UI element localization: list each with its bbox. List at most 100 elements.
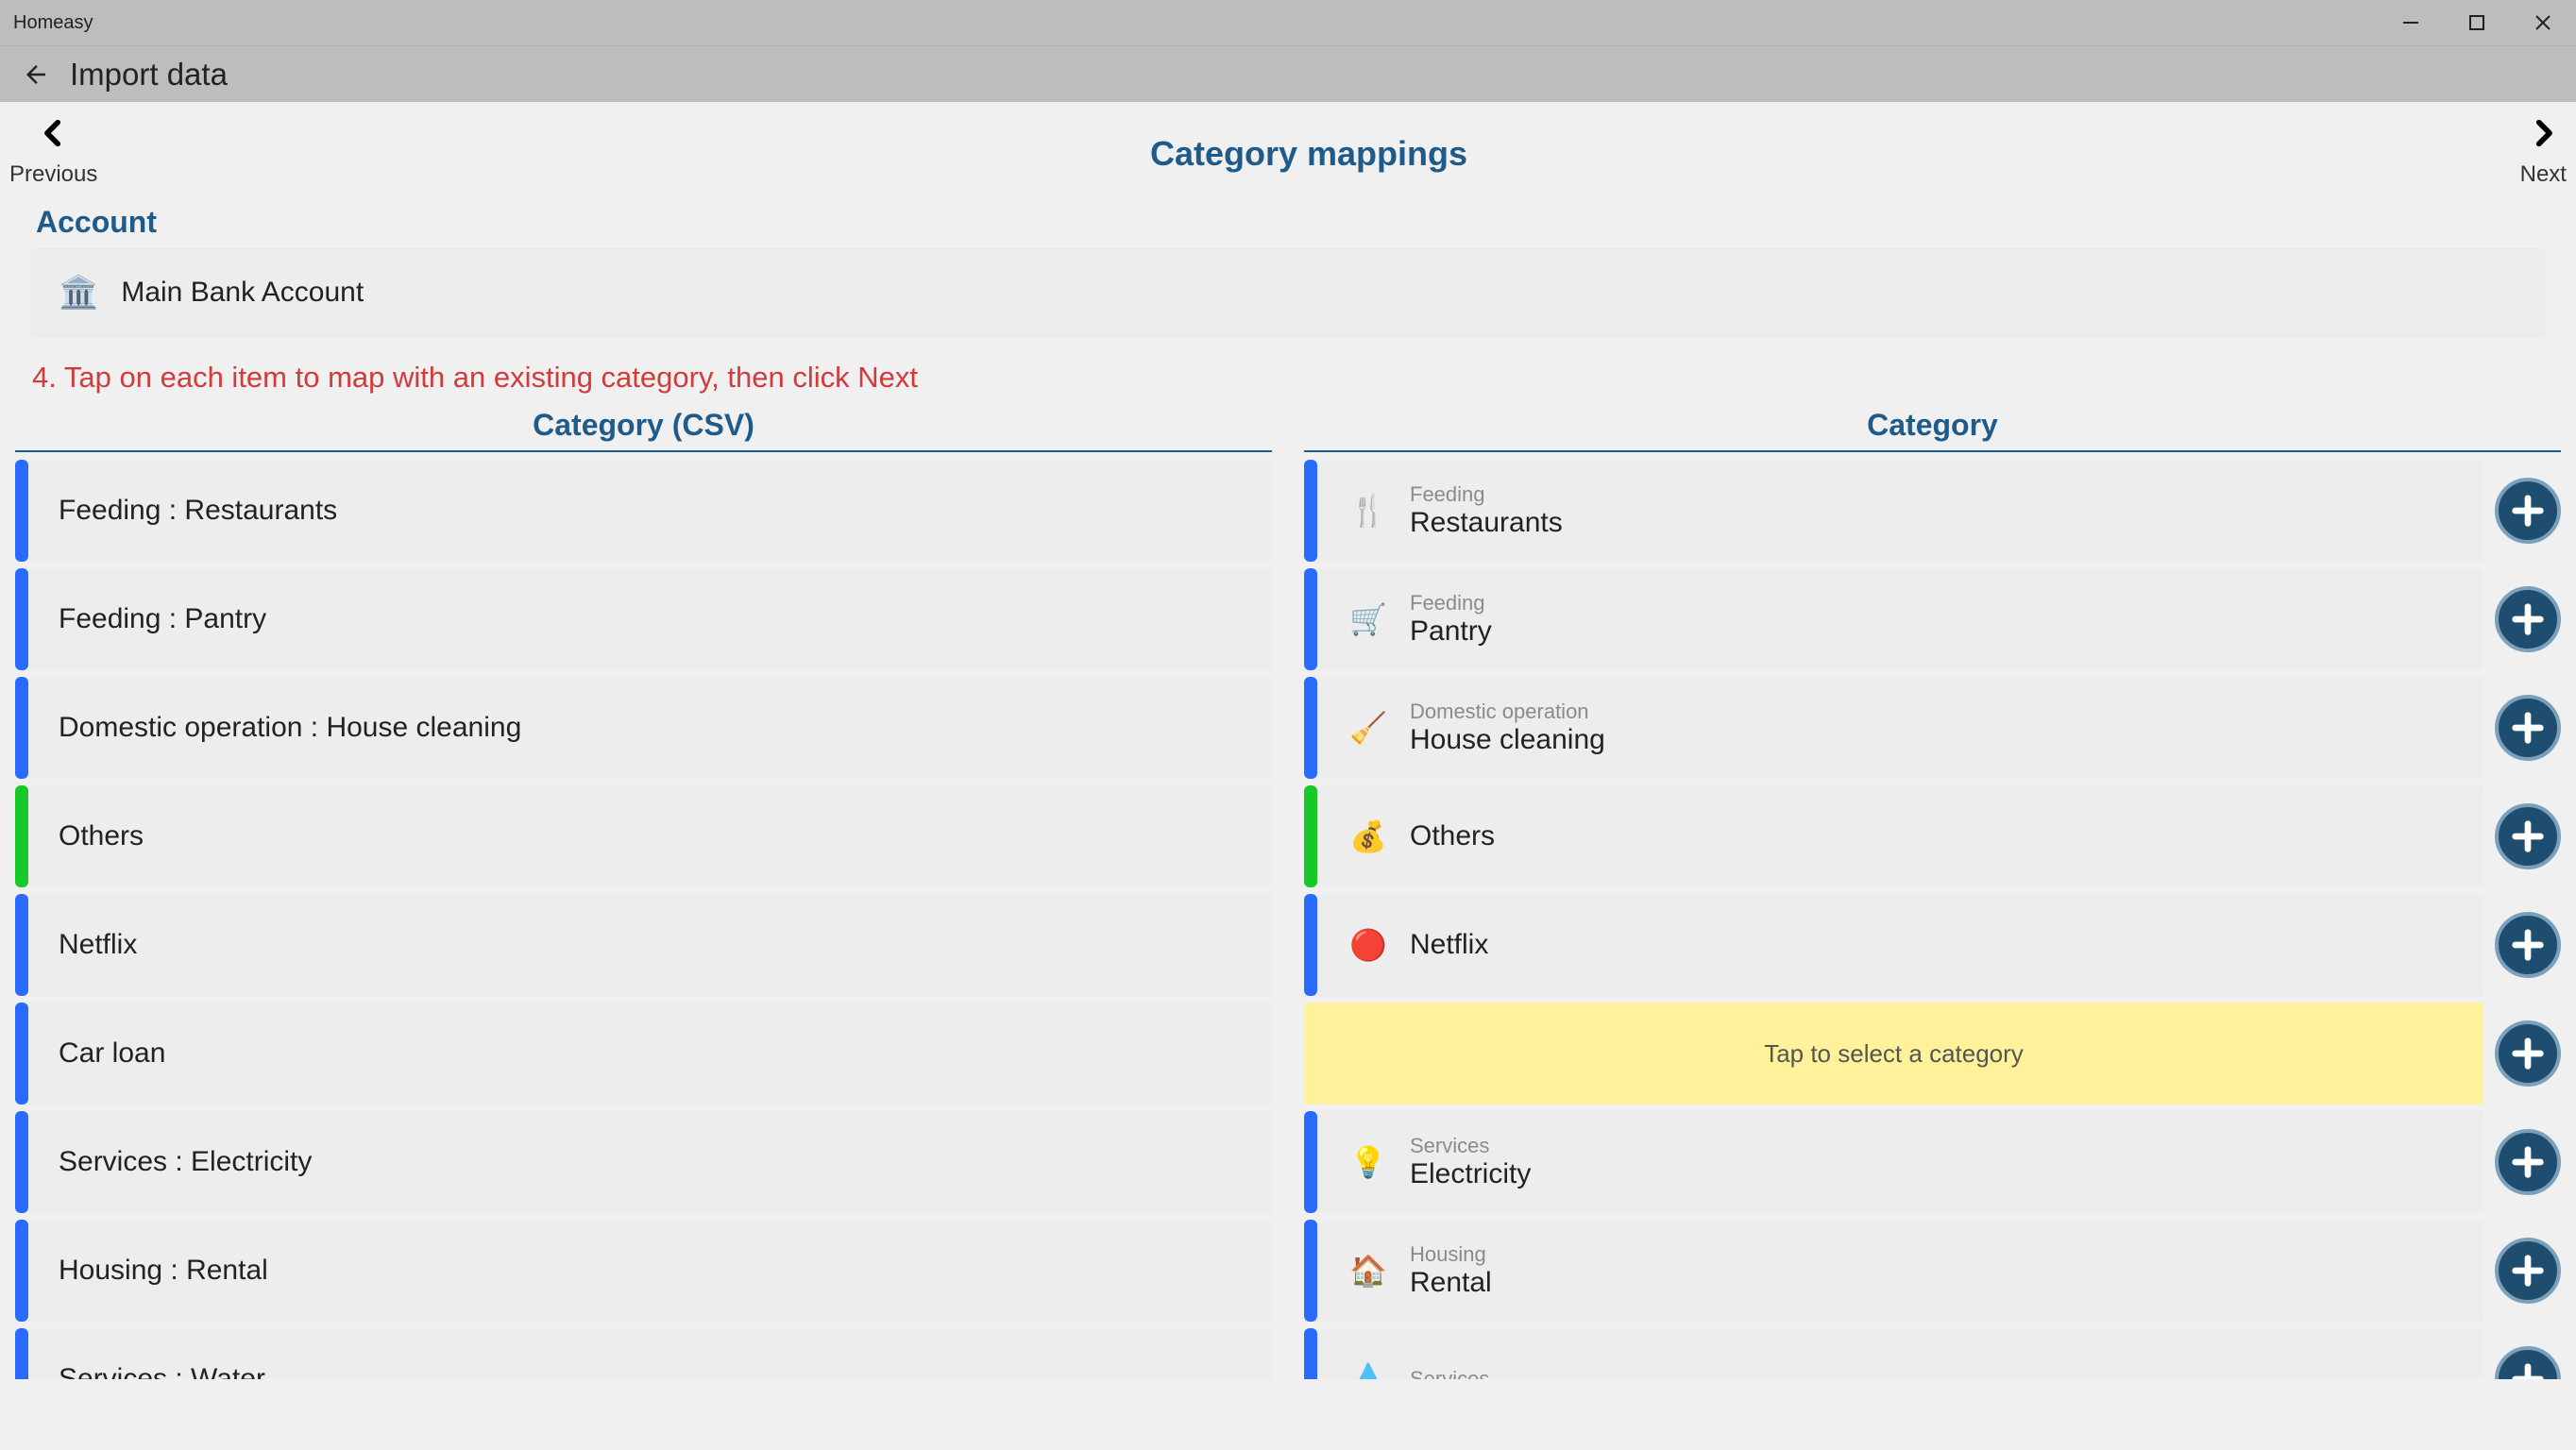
category-card[interactable]: 🛒FeedingPantry bbox=[1304, 568, 2483, 670]
csv-item-label: Services : Water bbox=[59, 1363, 265, 1379]
color-stripe bbox=[15, 1328, 28, 1379]
category-parent: Feeding bbox=[1410, 482, 1563, 507]
category-parent: Feeding bbox=[1410, 591, 1492, 615]
category-parent: Services bbox=[1410, 1367, 1489, 1379]
category-child: Pantry bbox=[1410, 615, 1492, 648]
color-stripe bbox=[15, 894, 28, 996]
csv-item-label: Car loan bbox=[59, 1037, 165, 1070]
color-stripe bbox=[15, 460, 28, 562]
plus-icon bbox=[2509, 709, 2547, 747]
category-column: Category 🍴FeedingRestaurants🛒FeedingPant… bbox=[1304, 408, 2561, 1379]
add-category-button[interactable] bbox=[2495, 695, 2561, 761]
color-stripe bbox=[1304, 460, 1317, 562]
color-stripe bbox=[15, 677, 28, 779]
csv-item[interactable]: Others bbox=[15, 785, 1272, 887]
category-child: Rental bbox=[1410, 1267, 1492, 1299]
window-maximize-button[interactable] bbox=[2444, 0, 2510, 45]
category-row: 🧹 Domestic operationHouse cleaning bbox=[1304, 677, 2561, 779]
category-icon: 💰 bbox=[1347, 818, 1389, 854]
csv-item-label: Others bbox=[59, 820, 144, 852]
csv-item[interactable]: Domestic operation : House cleaning bbox=[15, 677, 1272, 779]
page-title: Import data bbox=[70, 57, 228, 93]
plus-icon bbox=[2509, 1360, 2547, 1379]
csv-item-label: Services : Electricity bbox=[59, 1146, 312, 1178]
category-unselected[interactable]: Tap to select a category bbox=[1304, 1003, 2483, 1104]
account-card[interactable]: 🏛️ Main Bank Account bbox=[32, 249, 2544, 336]
account-name: Main Bank Account bbox=[121, 277, 364, 309]
csv-item[interactable]: Netflix bbox=[15, 894, 1272, 996]
next-label: Next bbox=[2520, 161, 2567, 188]
csv-item[interactable]: Services : Water bbox=[15, 1328, 1272, 1379]
app-title: Homeasy bbox=[13, 12, 93, 34]
color-stripe bbox=[15, 1220, 28, 1322]
window-close-button[interactable] bbox=[2510, 0, 2576, 45]
wizard-heading: Category mappings bbox=[1150, 134, 1467, 174]
plus-icon bbox=[2509, 1143, 2547, 1181]
add-category-button[interactable] bbox=[2495, 586, 2561, 652]
csv-column-heading: Category (CSV) bbox=[15, 408, 1272, 452]
category-icon: 🧹 bbox=[1347, 710, 1389, 746]
mapping-grid: Category (CSV) Feeding : Restaurants Feed… bbox=[6, 408, 2570, 1379]
category-child: House cleaning bbox=[1410, 724, 1605, 756]
category-row: 🔴 Netflix bbox=[1304, 894, 2561, 996]
category-card[interactable]: 💡 ServicesElectricity bbox=[1304, 1111, 2483, 1213]
category-card[interactable]: 🧹 Domestic operationHouse cleaning bbox=[1304, 677, 2483, 779]
csv-item-label: Feeding : Pantry bbox=[59, 603, 266, 635]
category-icon: 💧 bbox=[1347, 1361, 1389, 1379]
csv-item[interactable]: Feeding : Restaurants bbox=[15, 460, 1272, 562]
category-icon: 🔴 bbox=[1347, 927, 1389, 963]
category-card[interactable]: 💰 Others bbox=[1304, 785, 2483, 887]
category-row: 🛒FeedingPantry bbox=[1304, 568, 2561, 670]
category-icon: 💡 bbox=[1347, 1144, 1389, 1180]
chevron-left-icon bbox=[38, 117, 70, 156]
category-label: Others bbox=[1410, 820, 1495, 852]
category-card[interactable]: 🔴 Netflix bbox=[1304, 894, 2483, 996]
category-icon: 🏠 bbox=[1347, 1253, 1389, 1289]
category-label: Netflix bbox=[1410, 929, 1488, 961]
instruction-text: 4. Tap on each item to map with an exist… bbox=[6, 351, 2570, 408]
csv-item[interactable]: Services : Electricity bbox=[15, 1111, 1272, 1213]
add-category-button[interactable] bbox=[2495, 1346, 2561, 1379]
category-row: 💧 Services bbox=[1304, 1328, 2561, 1379]
header-bar: Import data bbox=[0, 45, 2576, 102]
add-category-button[interactable] bbox=[2495, 803, 2561, 869]
add-category-button[interactable] bbox=[2495, 478, 2561, 544]
category-parent: Domestic operation bbox=[1410, 700, 1605, 724]
add-category-button[interactable] bbox=[2495, 1238, 2561, 1304]
csv-item[interactable]: Housing : Rental bbox=[15, 1220, 1272, 1322]
add-category-button[interactable] bbox=[2495, 1020, 2561, 1087]
back-button[interactable] bbox=[13, 52, 59, 97]
category-card[interactable]: 💧 Services bbox=[1304, 1328, 2483, 1379]
csv-column: Category (CSV) Feeding : Restaurants Feed… bbox=[15, 408, 1272, 1379]
category-card[interactable]: 🏠 HousingRental bbox=[1304, 1220, 2483, 1322]
add-category-button[interactable] bbox=[2495, 1129, 2561, 1195]
color-stripe bbox=[1304, 568, 1317, 670]
add-category-button[interactable] bbox=[2495, 912, 2561, 978]
category-column-heading: Category bbox=[1304, 408, 2561, 452]
plus-icon bbox=[2509, 926, 2547, 964]
category-parent: Housing bbox=[1410, 1242, 1492, 1267]
color-stripe bbox=[15, 568, 28, 670]
category-placeholder: Tap to select a category bbox=[1764, 1039, 2024, 1069]
color-stripe bbox=[1304, 677, 1317, 779]
category-card[interactable]: 🍴FeedingRestaurants bbox=[1304, 460, 2483, 562]
csv-item-label: Domestic operation : House cleaning bbox=[59, 712, 521, 744]
bank-icon: 🏛️ bbox=[59, 274, 98, 312]
previous-label: Previous bbox=[9, 161, 97, 188]
plus-icon bbox=[2509, 600, 2547, 638]
color-stripe bbox=[15, 1111, 28, 1213]
plus-icon bbox=[2509, 1252, 2547, 1290]
category-child: Electricity bbox=[1410, 1158, 1531, 1190]
csv-item[interactable]: Car loan bbox=[15, 1003, 1272, 1104]
chevron-right-icon bbox=[2527, 117, 2559, 156]
category-parent: Services bbox=[1410, 1134, 1531, 1158]
next-button[interactable]: Next bbox=[2517, 117, 2570, 188]
csv-item-label: Feeding : Restaurants bbox=[59, 495, 337, 527]
csv-item[interactable]: Feeding : Pantry bbox=[15, 568, 1272, 670]
color-stripe bbox=[1304, 894, 1317, 996]
category-child: Restaurants bbox=[1410, 507, 1563, 539]
window-minimize-button[interactable] bbox=[2378, 0, 2444, 45]
previous-button[interactable]: Previous bbox=[6, 117, 101, 188]
color-stripe bbox=[1304, 1220, 1317, 1322]
category-row: 💡 ServicesElectricity bbox=[1304, 1111, 2561, 1213]
